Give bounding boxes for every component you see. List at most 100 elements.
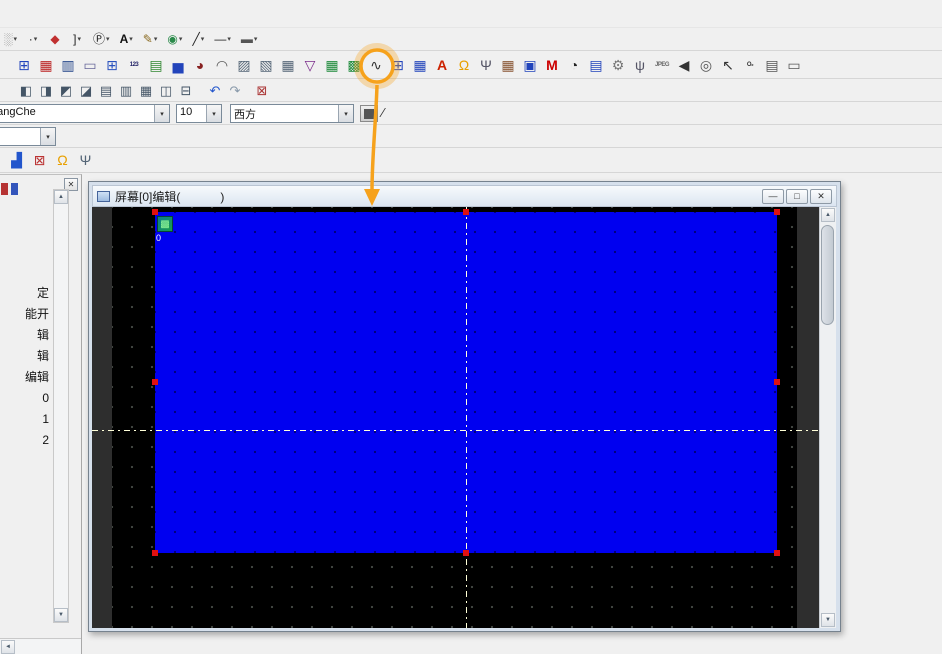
hatch-rect-icon[interactable]: ▨ <box>234 55 254 75</box>
selection-handle[interactable] <box>463 209 469 215</box>
selection-handle[interactable] <box>774 209 780 215</box>
funnel-icon[interactable]: ▽ <box>300 55 320 75</box>
point-tool-icon[interactable]: ·▾ <box>24 29 42 49</box>
alarm-display-icon[interactable]: A <box>432 55 452 75</box>
selection-handle[interactable] <box>774 379 780 385</box>
pie-chart-icon[interactable]: ◕ <box>190 55 210 75</box>
histogram-icon[interactable]: ▩ <box>344 55 364 75</box>
font-size-select[interactable]: 10 ▾ <box>176 104 222 123</box>
chevron-down-icon[interactable]: ▾ <box>106 35 110 43</box>
align-bottom-icon[interactable]: ◪ <box>77 80 95 100</box>
blue-grid-icon[interactable]: ⊞ <box>388 55 408 75</box>
same-width-icon[interactable]: ▤ <box>97 80 115 100</box>
selection-handle[interactable] <box>152 379 158 385</box>
chevron-down-icon[interactable]: ▾ <box>34 35 38 43</box>
alarm-bell-icon[interactable]: Ω <box>454 55 474 75</box>
redo-icon[interactable]: ↷ <box>226 80 244 100</box>
hline-tool-icon[interactable]: —▾ <box>211 29 234 49</box>
tree-item[interactable]: 辑 <box>0 346 52 367</box>
minimize-button[interactable]: — <box>762 189 784 204</box>
undo-icon[interactable]: ↶ <box>206 80 224 100</box>
cursor-icon[interactable]: ↖ <box>718 55 738 75</box>
grid-off-icon[interactable]: ⊠ <box>30 151 49 170</box>
chevron-down-icon[interactable]: ▾ <box>154 35 158 43</box>
panel-icon-partial[interactable] <box>11 183 18 195</box>
pen-tool-icon[interactable]: ✎▾ <box>140 29 161 49</box>
pipe-tool-icon[interactable]: Ⓟ▾ <box>90 29 113 49</box>
antenna-icon[interactable]: Ψ <box>476 55 496 75</box>
same-height-icon[interactable]: ▥ <box>117 80 135 100</box>
tree-item[interactable]: 定 <box>0 283 52 304</box>
placed-widget[interactable]: ▩ <box>157 216 173 232</box>
chevron-down-icon[interactable]: ▾ <box>227 35 231 43</box>
window-titlebar[interactable]: 屏幕[0]编辑( ) — □ ✕ <box>92 185 837 207</box>
align-right-icon[interactable]: ◨ <box>37 80 55 100</box>
record-icon[interactable]: ◎ <box>696 55 716 75</box>
rect-tool-icon[interactable]: ▬▾ <box>238 29 261 49</box>
preview-icon[interactable]: ⊠ <box>253 80 271 100</box>
scrollbar-thumb[interactable] <box>821 225 834 325</box>
line-style-button[interactable] <box>360 105 378 122</box>
numeric-display-icon[interactable]: 123 <box>124 55 144 75</box>
font-name-select[interactable]: atangChe ▾ <box>0 104 170 123</box>
scroll-down-icon[interactable]: ▼ <box>821 613 835 627</box>
selection-handle[interactable] <box>774 550 780 556</box>
line-tool-icon[interactable]: ╱▾ <box>189 29 207 49</box>
bar-graph-icon[interactable]: ▅ <box>168 55 188 75</box>
selection-handle[interactable] <box>463 550 469 556</box>
chevron-down-icon[interactable]: ▾ <box>77 35 81 43</box>
maximize-button[interactable]: □ <box>786 189 808 204</box>
panel-widget-icon[interactable]: ▣ <box>520 55 540 75</box>
wireless-icon[interactable]: ψ <box>630 55 650 75</box>
tree-item[interactable]: 能开 <box>0 304 52 325</box>
macro-icon[interactable]: M <box>542 55 562 75</box>
text-tool-icon[interactable]: A▾ <box>117 29 136 49</box>
chevron-down-icon[interactable]: ▾ <box>129 35 133 43</box>
chevron-down-icon[interactable]: ▾ <box>338 105 353 122</box>
selection-handle[interactable] <box>152 209 158 215</box>
scroll-down-icon[interactable]: ▼ <box>54 608 68 622</box>
palette-tool-icon[interactable]: ◉▾ <box>164 29 185 49</box>
state-select[interactable]: ▾ <box>0 127 56 146</box>
speaker-icon[interactable]: ◀ <box>674 55 694 75</box>
close-button[interactable]: ✕ <box>810 189 832 204</box>
charset-select[interactable]: 西方 ▾ <box>230 104 354 123</box>
bracket-tool-icon[interactable]: ]▾ <box>68 29 86 49</box>
green-table-icon[interactable]: ▦ <box>322 55 342 75</box>
chevron-down-icon[interactable]: ▾ <box>14 35 18 43</box>
gauge-icon[interactable]: ◠ <box>212 55 232 75</box>
pattern-tool-icon[interactable]: ░▾ <box>1 29 20 49</box>
tree-item[interactable]: 辑 <box>0 325 52 346</box>
chevron-down-icon[interactable]: ▾ <box>179 35 183 43</box>
design-canvas[interactable]: ▩ 0 <box>92 207 819 628</box>
schedule-icon[interactable]: ▦ <box>498 55 518 75</box>
group-icon[interactable]: ◫ <box>157 80 175 100</box>
scroll-up-icon[interactable]: ▲ <box>821 208 835 222</box>
panel-hscrollbar[interactable]: ◄ <box>0 638 81 654</box>
alarm-view-icon[interactable]: Ω <box>53 151 72 170</box>
led-display-icon[interactable]: ▦ <box>36 55 56 75</box>
timer-icon[interactable]: ◔ <box>564 55 584 75</box>
chevron-down-icon[interactable]: ▾ <box>154 105 169 122</box>
tree-item[interactable]: 2 <box>0 430 52 451</box>
grid-rect-icon[interactable]: ▦ <box>278 55 298 75</box>
frame-icon[interactable]: ▭ <box>784 55 804 75</box>
signal-view-icon[interactable]: Ψ <box>76 151 95 170</box>
wave-plot-icon[interactable]: ∿ <box>366 55 386 75</box>
recipe-table-icon[interactable]: ▦ <box>410 55 430 75</box>
same-size-icon[interactable]: ▦ <box>137 80 155 100</box>
align-left-icon[interactable]: ◧ <box>17 80 35 100</box>
chevron-down-icon[interactable]: ▾ <box>40 128 55 145</box>
chevron-down-icon[interactable]: ▾ <box>206 105 221 122</box>
text-input-icon[interactable]: ▤ <box>146 55 166 75</box>
oxygen-icon[interactable]: O₂ <box>740 55 760 75</box>
selection-handle[interactable] <box>152 550 158 556</box>
chart-view-icon[interactable]: ▟ <box>7 151 26 170</box>
tree-item[interactable]: 1 <box>0 409 52 430</box>
canvas-scrollbar[interactable]: ▲ ▼ <box>819 207 836 628</box>
gear-icon[interactable]: ⚙ <box>608 55 628 75</box>
scroll-up-icon[interactable]: ▲ <box>54 190 68 204</box>
panel-icon-partial[interactable] <box>1 183 8 195</box>
chevron-down-icon[interactable]: ▾ <box>201 35 205 43</box>
align-top-icon[interactable]: ◩ <box>57 80 75 100</box>
